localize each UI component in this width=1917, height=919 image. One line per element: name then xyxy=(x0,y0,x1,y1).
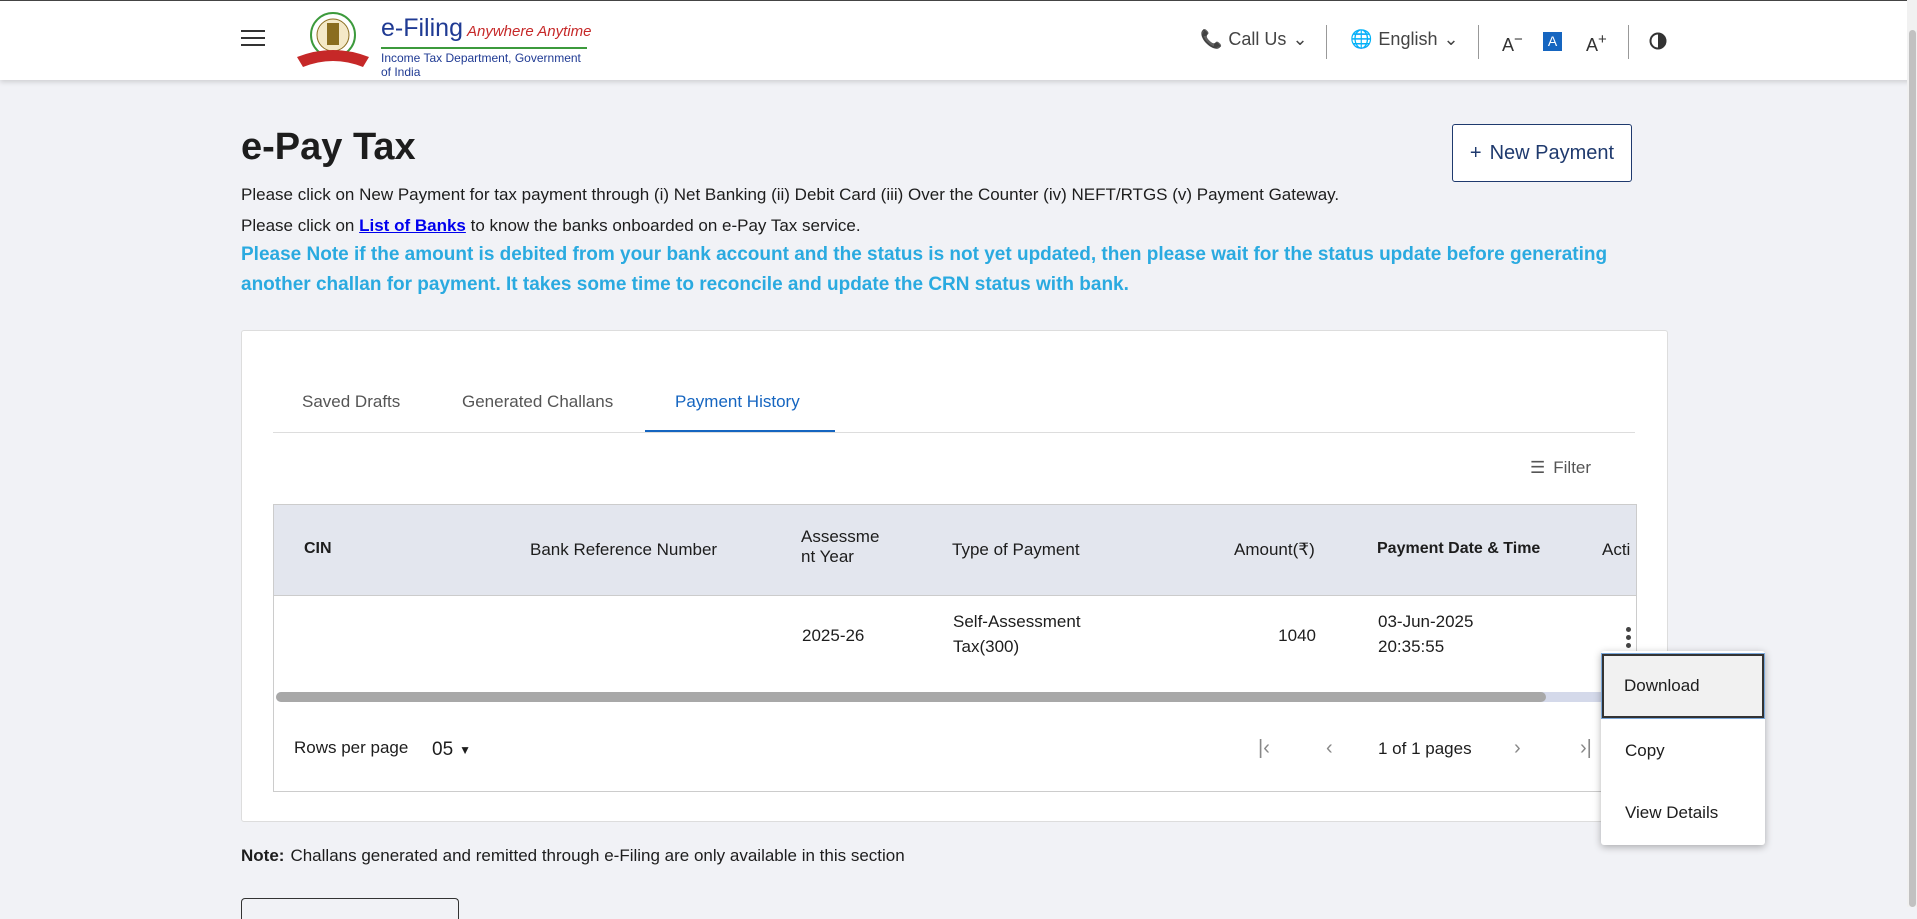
font-default-button[interactable]: A xyxy=(1543,32,1562,51)
tab-bar: Saved Drafts Generated Challans Payment … xyxy=(273,380,1635,433)
header-divider xyxy=(1628,25,1629,59)
note-label: Note: xyxy=(241,846,285,865)
tab-generated-challans[interactable]: Generated Challans xyxy=(462,392,613,412)
col-payment-date: Payment Date & Time xyxy=(1377,540,1541,557)
globe-icon: 🌐 xyxy=(1350,29,1373,49)
tab-saved-drafts[interactable]: Saved Drafts xyxy=(302,392,400,412)
menu-copy[interactable]: Copy xyxy=(1601,719,1765,783)
col-cin: CIN xyxy=(304,540,332,557)
font-increase-button[interactable]: A+ xyxy=(1586,31,1607,56)
contrast-icon[interactable] xyxy=(1649,32,1667,50)
logo-title: e-Filing xyxy=(381,14,463,42)
last-page-icon[interactable]: ›| xyxy=(1580,737,1592,760)
col-action: Acti xyxy=(1602,540,1631,559)
cell-amount: 1040 xyxy=(1278,626,1316,645)
page-title: e-Pay Tax xyxy=(241,126,416,168)
filter-icon: ☰ xyxy=(1530,458,1546,477)
cell-assessment-year: 2025-26 xyxy=(802,626,865,645)
phone-icon: 📞 xyxy=(1200,29,1223,49)
col-amount: Amount(₹) xyxy=(1234,540,1315,559)
table-header: CIN Bank Reference Number Assessme nt Yea… xyxy=(274,505,1636,596)
language-dropdown[interactable]: 🌐 English ⌄ xyxy=(1350,29,1459,50)
tab-payment-history[interactable]: Payment History xyxy=(675,392,800,412)
page-scrollbar-thumb[interactable] xyxy=(1909,30,1916,907)
prev-page-icon[interactable]: ‹ xyxy=(1326,737,1333,760)
caret-down-icon: ▼ xyxy=(459,743,472,757)
menu-download[interactable]: Download xyxy=(1602,654,1764,718)
col-type-of-payment: Type of Payment xyxy=(952,540,1080,559)
status-notice: Please Note if the amount is debited fro… xyxy=(241,244,1608,295)
menu-view-details[interactable]: View Details xyxy=(1601,781,1765,845)
cell-type-of-payment: Self-Assessment Tax(300) xyxy=(953,612,1081,656)
logo-tagline: Anywhere Anytime xyxy=(466,23,592,40)
section-note: Note: Challans generated and remitted thr… xyxy=(241,846,905,866)
cell-payment-date: 03-Jun-2025 20:35:55 xyxy=(1378,612,1474,656)
call-us-label: Call Us xyxy=(1228,29,1287,49)
font-decrease-button[interactable]: A− xyxy=(1502,31,1523,56)
rows-per-page-label: Rows per page xyxy=(294,738,409,757)
row-actions-menu: Download Copy View Details xyxy=(1601,651,1765,845)
filter-label: Filter xyxy=(1553,458,1592,477)
list-of-banks-link[interactable]: List of Banks xyxy=(359,216,466,235)
active-tab-indicator xyxy=(645,430,835,432)
chevron-down-icon: ⌄ xyxy=(1443,29,1459,49)
logo-subtitle: Income Tax Department, Government of Ind… xyxy=(381,47,587,79)
efiling-logo[interactable]: e-Filing Anywhere Anytime Income Tax Depa… xyxy=(381,15,591,79)
header-divider xyxy=(1478,25,1479,59)
chevron-down-icon: ⌄ xyxy=(1292,29,1308,49)
note-text: Challans generated and remitted through … xyxy=(290,846,905,865)
page-indicator: 1 of 1 pages xyxy=(1378,739,1472,758)
new-payment-label: New Payment xyxy=(1489,141,1615,164)
col-bank-reference: Bank Reference Number xyxy=(530,540,718,559)
intro-line-2: Please click on List of Banks to know th… xyxy=(241,216,861,235)
new-payment-button[interactable]: + New Payment xyxy=(1452,124,1632,182)
hamburger-menu-icon[interactable] xyxy=(241,30,265,50)
next-page-icon[interactable]: › xyxy=(1514,737,1521,760)
filter-button[interactable]: ☰ Filter xyxy=(1530,458,1591,478)
header-divider xyxy=(1326,25,1327,59)
horizontal-scrollbar-thumb[interactable] xyxy=(276,692,1546,702)
emblem-logo-icon[interactable] xyxy=(293,9,373,69)
bottom-button[interactable] xyxy=(241,898,459,919)
first-page-icon[interactable]: |‹ xyxy=(1258,737,1270,760)
payment-history-table: CIN Bank Reference Number Assessme nt Yea… xyxy=(273,504,1637,792)
col-assessment-year: Assessme nt Year xyxy=(801,527,880,566)
rows-per-page-select[interactable]: 05 ▼ xyxy=(432,739,471,761)
plus-icon: + xyxy=(1469,141,1482,164)
intro-line-1: Please click on New Payment for tax paym… xyxy=(241,185,1340,204)
call-us-dropdown[interactable]: 📞 Call Us ⌄ xyxy=(1200,29,1308,50)
top-header: e-Filing Anywhere Anytime Income Tax Depa… xyxy=(0,0,1917,80)
language-label: English xyxy=(1378,29,1438,49)
row-actions-kebab-icon[interactable] xyxy=(1626,627,1632,649)
